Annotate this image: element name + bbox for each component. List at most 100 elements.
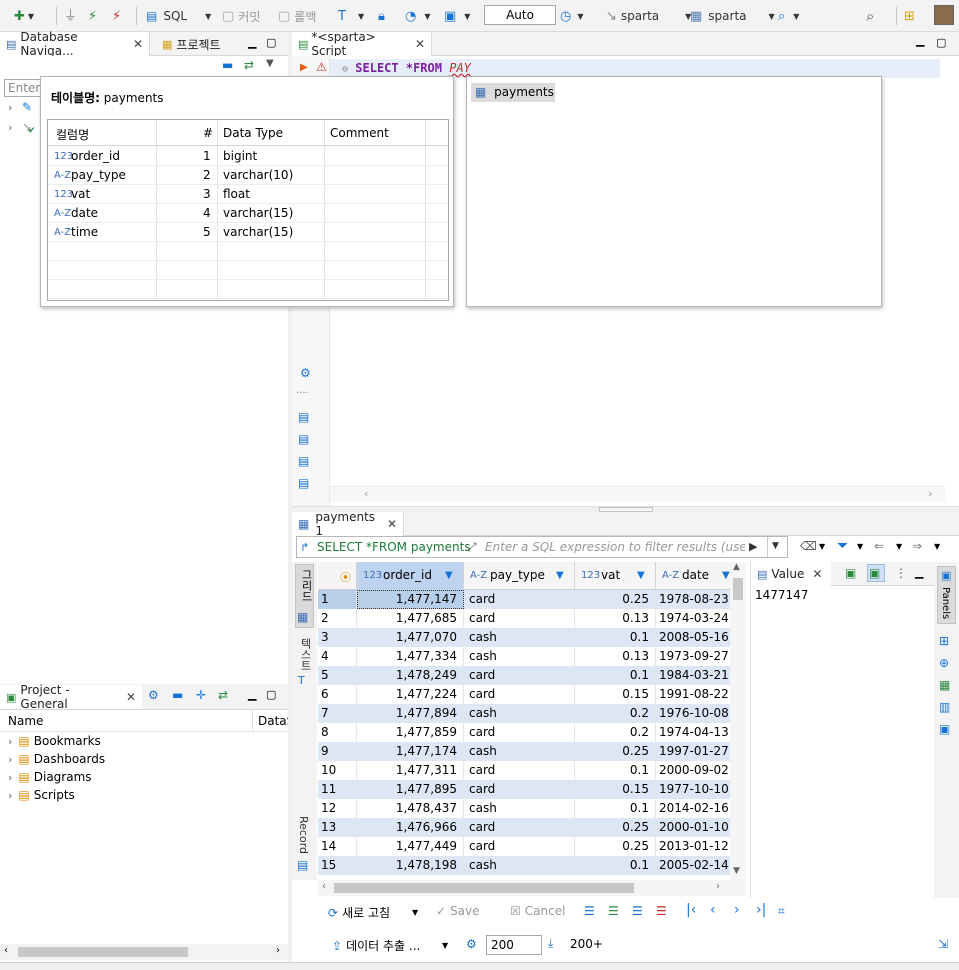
chart-icon[interactable]: ▥ [939,700,950,714]
cell-vat[interactable]: 0.25 [575,837,656,856]
tab-value[interactable]: ▤ Value ✕ [751,562,831,586]
datasource-selector[interactable]: ↘ sparta ▼ [606,6,691,26]
cell-vat[interactable]: 0.13 [575,647,656,666]
cell-order_id[interactable]: 1,476,966 [357,818,464,837]
table-row[interactable]: 14 1,477,449 card 0.25 2013-01-12 [318,837,730,856]
cell-pay_type[interactable]: cash [464,742,575,761]
disconnect-all-button[interactable]: ⚡ [112,6,121,26]
cell-order_id[interactable]: 1,478,437 [357,799,464,818]
table-row[interactable]: 11 1,477,895 card 0.15 1977-10-10 [318,780,730,799]
transaction-mode-button[interactable]: T ▼ [338,6,364,26]
table-row[interactable]: 1 1,477,147 card 0.25 1978-08-23 [318,590,730,609]
cell-date[interactable]: 2005-02-14 [656,856,730,875]
chevron-right-icon[interactable]: › [8,101,12,114]
cell-order_id[interactable]: 1,478,249 [357,666,464,685]
cell-order_id[interactable]: 1,478,198 [357,856,464,875]
save-button[interactable]: ✓ Save [436,904,480,918]
close-icon[interactable]: ✕ [387,517,397,531]
perspective-button[interactable]: ⊞ [904,6,915,26]
table-row[interactable]: 15 1,478,198 cash 0.1 2005-02-14 [318,856,730,875]
cell-date[interactable]: 1974-03-24 [656,609,730,628]
connect-button[interactable]: ⚡ [88,6,97,26]
grid-hscrollbar[interactable]: ‹ › [318,880,746,896]
chevron-down-icon[interactable]: ▼ [857,542,863,551]
chevron-down-icon[interactable]: ▼ [266,58,274,69]
panels-toggle[interactable]: Panels ▣ [937,566,956,624]
cell-pay_type[interactable]: cash [464,856,575,875]
cell-date[interactable]: 1984-03-21 [656,666,730,685]
sort-icon[interactable]: ▼ [722,570,730,581]
cell-date[interactable]: 2008-05-16 [656,628,730,647]
close-icon[interactable]: ✕ [812,567,822,581]
chevron-left-icon[interactable]: ‹ [364,487,368,500]
execute-script-icon[interactable]: ▤ [298,410,309,424]
new-connection-button[interactable]: ✚ ▼ [14,6,34,26]
cell-order_id[interactable]: 1,477,895 [357,780,464,799]
chevron-right-icon[interactable]: › [276,945,280,956]
cell-pay_type[interactable]: card [464,723,575,742]
sort-icon[interactable]: ▼ [556,570,564,581]
cell-date[interactable]: 2014-02-16 [656,799,730,818]
column-header-name[interactable]: Name [8,714,43,728]
settings-gear-icon[interactable]: ⚙ [466,937,477,951]
refresh-button[interactable]: ⟳ 새로 고침 [328,904,390,921]
collapse-icon[interactable]: ▬ [222,58,233,72]
explain-plan-icon[interactable]: ▤ [298,432,309,446]
cell-vat[interactable]: 0.15 [575,780,656,799]
table-row[interactable]: 6 1,477,224 card 0.15 1991-08-22 [318,685,730,704]
schema-selector[interactable]: ▦ sparta ▼ [690,6,775,26]
cell-vat[interactable]: 0.2 [575,704,656,723]
cell-order_id[interactable]: 1,477,894 [357,704,464,723]
cell-order_id[interactable]: 1,477,224 [357,685,464,704]
column-header-pay_type[interactable]: A-Z pay_type ▼ [464,562,575,590]
close-icon[interactable]: ✕ [415,37,425,51]
column-header-vat[interactable]: 123 vat ▼ [575,562,656,590]
chevron-right-icon[interactable]: › [716,881,720,892]
cell-pay_type[interactable]: card [464,609,575,628]
cell-pay_type[interactable]: cash [464,628,575,647]
cell-pay_type[interactable]: card [464,780,575,799]
chevron-down-icon[interactable]: ▼ [733,866,740,876]
cell-pay_type[interactable]: card [464,761,575,780]
cell-date[interactable]: 1973-09-27 [656,647,730,666]
expand-icon[interactable]: ✛ [196,688,206,702]
cell-date[interactable]: 1974-04-13 [656,723,730,742]
previous-page-icon[interactable]: ‹ [710,902,716,918]
load-script-icon[interactable]: ▤ [298,454,309,468]
value-content[interactable]: 1477147 [755,588,808,602]
chevron-up-icon[interactable]: ▲ [733,562,740,572]
panel-toggle-icon[interactable]: ⇲ [938,937,948,951]
autocomplete-item-payments[interactable]: ▦ payments [471,83,555,102]
cell-order_id[interactable]: 1,477,147 [357,590,464,609]
table-row[interactable]: 3 1,477,070 cash 0.1 2008-05-16 [318,628,730,647]
history-button[interactable]: ◷ ▼ [560,6,584,26]
cell-pay_type[interactable]: cash [464,799,575,818]
find-button[interactable]: ⌕ ▼ [778,6,799,26]
commit-button[interactable]: ▢ 커밋 [222,6,260,26]
cell-order_id[interactable]: 1,477,685 [357,609,464,628]
sql-editor-button[interactable]: ▤ SQL ▼ [146,6,211,26]
tab-text-view[interactable]: 텍스트 [295,636,314,698]
settings-gear-icon[interactable]: ⚙ [148,688,159,702]
rollback-button[interactable]: ▢ 롤백 [278,6,316,26]
cell-pay_type[interactable]: cash [464,704,575,723]
last-page-icon[interactable]: ›| [756,902,766,918]
filter-icon[interactable]: ⏷ [837,538,848,554]
cell-date[interactable]: 1978-08-23 [656,590,730,609]
minimize-icon[interactable]: ▁ [915,566,923,579]
collapse-icon[interactable]: ▬ [172,688,183,702]
maximize-icon[interactable]: ▢ [266,688,276,701]
cell-pay_type[interactable]: card [464,685,575,704]
link-editor-icon[interactable]: ⇄ [218,688,228,702]
fetch-size-input[interactable]: 200 [486,935,542,955]
more-vertical-icon[interactable]: ⋮ [895,566,907,580]
outline-icon[interactable]: ▤ [298,476,309,490]
table-row[interactable]: 9 1,477,174 cash 0.25 1997-01-27 [318,742,730,761]
cell-order_id[interactable]: 1,477,311 [357,761,464,780]
tab-projects[interactable]: ▦ 프로젝트 [156,32,227,56]
global-search-button[interactable]: ⌕ [866,6,874,26]
cell-order_id[interactable]: 1,477,859 [357,723,464,742]
maximize-icon[interactable]: ▢ [936,36,946,49]
close-icon[interactable]: ✕ [133,37,143,51]
chevron-down-icon[interactable]: ▼ [442,941,448,950]
